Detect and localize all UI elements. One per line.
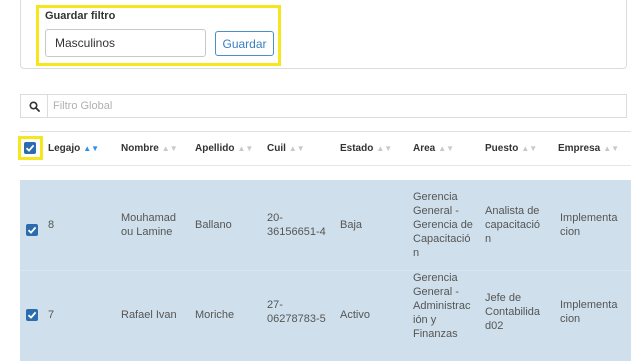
cell-apellido: Moriche xyxy=(195,309,235,321)
sort-icon: ▲▼ xyxy=(603,144,620,153)
cell-empresa: Implementa cion xyxy=(560,212,618,238)
search-icon xyxy=(21,95,48,117)
check-icon xyxy=(27,311,37,319)
row-checkbox[interactable] xyxy=(26,224,38,236)
cell-nombre: Mouhamad ou Lamine xyxy=(121,212,177,238)
sort-active-icon: ▲▼ xyxy=(83,144,100,153)
cell-nombre: Rafael Ivan xyxy=(121,309,177,321)
header-apellido[interactable]: Apellido ▲▼ xyxy=(195,132,253,165)
cell-puesto: Analista de capacitació n xyxy=(485,205,541,245)
check-icon xyxy=(27,226,37,234)
global-search-input[interactable] xyxy=(48,95,618,117)
save-filter-box: Guardar filtro Masculinos Guardar xyxy=(36,5,281,66)
table-header: Legajo ▲▼ Nombre ▲▼ Apellido ▲▼ Cuil ▲▼ Esta… xyxy=(20,131,631,166)
cell-area: Gerencia General - Administrac ión y Fin… xyxy=(413,272,471,340)
cell-legajo: 8 xyxy=(48,219,55,231)
cell-empresa: Implementa cion xyxy=(560,299,618,325)
table-body: 8 Mouhamad ou Lamine Ballano 20- 3615665… xyxy=(20,180,631,361)
cell-apellido: Ballano xyxy=(195,219,232,231)
cell-area: Gerencia General - Gerencia de Capacitac… xyxy=(413,191,473,259)
header-area[interactable]: Area ▲▼ xyxy=(413,132,454,165)
header-estado[interactable]: Estado ▲▼ xyxy=(340,132,392,165)
table-row[interactable]: 7 Rafael Ivan Moriche 27- 06278783-5 Act… xyxy=(20,271,631,361)
sort-icon: ▲▼ xyxy=(376,144,393,153)
cell-estado: Baja xyxy=(340,219,363,231)
sort-icon: ▲▼ xyxy=(521,144,538,153)
check-icon xyxy=(25,144,35,152)
cell-legajo: 7 xyxy=(48,309,55,321)
select-all-highlight xyxy=(18,136,43,160)
filter-name-input[interactable]: Masculinos xyxy=(45,29,206,57)
cell-puesto: Jefe de Contabilida d02 xyxy=(485,292,541,332)
row-checkbox[interactable] xyxy=(26,309,38,321)
global-search-bar xyxy=(20,94,627,118)
select-all-checkbox[interactable] xyxy=(24,142,36,154)
cell-estado: Activo xyxy=(340,309,370,321)
header-puesto[interactable]: Puesto ▲▼ xyxy=(485,132,537,165)
header-empresa[interactable]: Empresa ▲▼ xyxy=(558,132,619,165)
header-legajo[interactable]: Legajo ▲▼ xyxy=(48,132,99,165)
cell-cuil: 20- 36156651-4 xyxy=(267,212,326,238)
sort-icon: ▲▼ xyxy=(288,144,305,153)
sort-icon: ▲▼ xyxy=(161,144,178,153)
save-filter-button[interactable]: Guardar xyxy=(215,31,274,56)
header-nombre[interactable]: Nombre ▲▼ xyxy=(121,132,178,165)
sort-icon: ▲▼ xyxy=(438,144,455,153)
sort-icon: ▲▼ xyxy=(237,144,254,153)
table-row[interactable]: 8 Mouhamad ou Lamine Ballano 20- 3615665… xyxy=(20,180,631,271)
header-cuil[interactable]: Cuil ▲▼ xyxy=(267,132,305,165)
cell-cuil: 27- 06278783-5 xyxy=(267,299,326,325)
save-filter-title: Guardar filtro xyxy=(45,10,116,22)
